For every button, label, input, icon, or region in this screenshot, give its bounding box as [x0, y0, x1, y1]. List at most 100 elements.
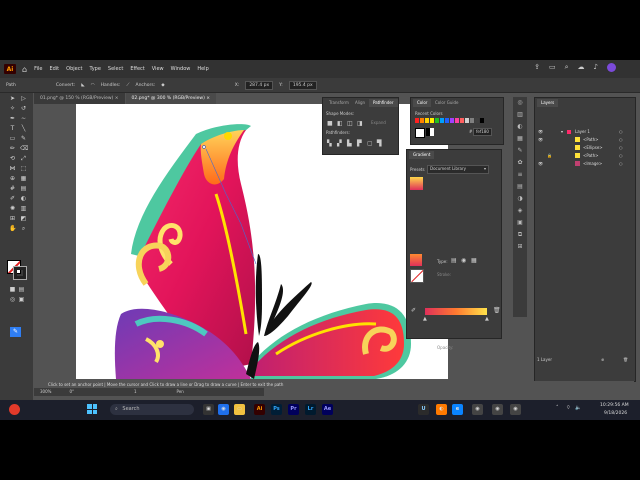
layer-name[interactable]: <Path>	[583, 136, 599, 144]
layer-row[interactable]: <Ellipse> ○	[535, 144, 635, 152]
gradient-icon[interactable]: ▤	[516, 183, 524, 191]
close-icon[interactable]: ×	[115, 96, 119, 101]
type-tool-icon[interactable]: T	[9, 125, 16, 132]
visibility-eye-icon[interactable]: 👁	[538, 128, 543, 136]
zoom-tool-icon[interactable]: ⌕	[20, 225, 27, 232]
tab-pathfinder[interactable]: Pathfinder	[369, 99, 398, 107]
share-icon[interactable]: ⇪	[534, 63, 540, 72]
color-swatch[interactable]	[435, 118, 439, 123]
gradient-fill-swatch[interactable]	[410, 254, 422, 266]
gradient-mode-icon[interactable]: ▤	[18, 286, 25, 293]
close-icon[interactable]: ×	[206, 96, 210, 101]
color-swatch[interactable]	[450, 118, 454, 123]
menu-help[interactable]: Help	[197, 66, 208, 72]
hex-field[interactable]: fef180	[473, 128, 492, 136]
exclude-icon[interactable]: ◨	[357, 120, 363, 127]
screen-mode-icon[interactable]: ▣	[18, 296, 25, 303]
color-swatch[interactable]	[465, 118, 469, 123]
lasso-icon[interactable]: ↺	[20, 105, 27, 112]
gradient-stop-right-icon[interactable]: ▲	[485, 316, 489, 322]
freeform-gradient-icon[interactable]: ▦	[471, 257, 477, 264]
gradient-preview-swatch[interactable]	[410, 177, 423, 190]
convert-smooth-icon[interactable]: ◠	[91, 83, 95, 88]
target-icon[interactable]: ○	[619, 128, 623, 136]
black-white-swatch-icon[interactable]	[426, 128, 434, 136]
color-swatch[interactable]	[425, 118, 429, 123]
tray-chevron-icon[interactable]: ˄	[556, 405, 559, 411]
fill-stroke-swatch-icon[interactable]	[415, 128, 425, 138]
shape-builder-icon[interactable]: ⊕	[9, 175, 16, 182]
color-swatch[interactable]	[440, 118, 444, 123]
lr-app-icon[interactable]: Lr	[305, 404, 316, 415]
swatches-icon[interactable]: ▦	[516, 135, 524, 143]
color-icon[interactable]: ◐	[516, 123, 524, 131]
ai-app-icon[interactable]: Ai	[254, 404, 265, 415]
x-field[interactable]: 287.4 px	[245, 80, 274, 90]
clock-date[interactable]: 9/18/2026	[604, 411, 627, 416]
eraser-icon[interactable]: ⌫	[20, 145, 28, 152]
menu-window[interactable]: Window	[171, 66, 191, 72]
home-icon[interactable]: ⌂	[22, 65, 27, 74]
trim-icon[interactable]: ▞	[337, 140, 342, 147]
divide-icon[interactable]: ▚	[327, 140, 332, 147]
tab-color-guide[interactable]: Color Guide	[431, 99, 462, 107]
tab-document-1[interactable]: 01.png* @ 150 % (RGB/Preview) ×	[34, 93, 125, 104]
stroke-icon[interactable]: ≡	[516, 171, 524, 179]
merge-icon[interactable]: ▙	[347, 140, 352, 147]
linear-gradient-icon[interactable]: ▤	[451, 257, 457, 264]
appearance-icon[interactable]: ◈	[516, 207, 524, 215]
expand-chevron-icon[interactable]: ▾	[561, 128, 563, 136]
delete-stop-icon[interactable]: 🗑	[493, 307, 501, 314]
layer-name[interactable]: <Ellipse>	[583, 144, 603, 152]
outline-icon[interactable]: ▢	[367, 140, 373, 147]
graphic-styles-icon[interactable]: ▣	[516, 219, 524, 227]
intersect-icon[interactable]: ◫	[347, 120, 353, 127]
color-swatch[interactable]	[470, 118, 474, 123]
rotation-value[interactable]: 0°	[69, 388, 74, 396]
rectangle-tool-icon[interactable]: ▭	[9, 135, 16, 142]
menu-effect[interactable]: Effect	[130, 66, 144, 72]
minus-back-icon[interactable]: ▜	[377, 140, 382, 147]
color-swatch[interactable]	[445, 118, 449, 123]
color-mode-icon[interactable]: ■	[9, 286, 16, 293]
scale-icon[interactable]: ⤢	[20, 155, 27, 162]
artboard-tool-icon[interactable]: ⊞	[9, 215, 16, 222]
layer-row[interactable]: 👁 ▾ Layer 1 ○	[535, 128, 635, 136]
graph-tool-icon[interactable]: ▥	[20, 205, 27, 212]
tab-transform[interactable]: Transform	[325, 99, 353, 107]
layers-icon[interactable]: ⧉	[516, 231, 524, 239]
target-icon[interactable]: ○	[619, 136, 623, 144]
magic-wand-icon[interactable]: ✧	[9, 105, 16, 112]
task-view-icon[interactable]: ▣	[203, 404, 214, 415]
bell-icon[interactable]: ♪	[594, 63, 598, 72]
zoom-level[interactable]: 300%	[40, 388, 51, 396]
layer-row[interactable]: 🔒 <Path> ○	[535, 152, 635, 160]
gradient-stroke-swatch[interactable]	[410, 269, 424, 283]
color-swatch[interactable]	[455, 118, 459, 123]
tab-align[interactable]: Align	[351, 99, 369, 107]
symbol-sprayer-icon[interactable]: ✺	[9, 205, 16, 212]
menu-select[interactable]: Select	[108, 66, 123, 72]
transparency-icon[interactable]: ◑	[516, 195, 524, 203]
firefox-icon[interactable]: ◐	[436, 404, 447, 415]
chrome-icon[interactable]: ◉	[218, 404, 229, 415]
target-icon[interactable]: ○	[619, 152, 623, 160]
color-swatch[interactable]	[420, 118, 424, 123]
layer-row[interactable]: 👁 <Path> ○	[535, 136, 635, 144]
visibility-eye-icon[interactable]: 👁	[538, 160, 543, 168]
ps-app-icon[interactable]: Ps	[271, 404, 282, 415]
unite-icon[interactable]: ■	[327, 120, 333, 127]
presets-select[interactable]: Document Library ▾	[427, 165, 489, 174]
paintbrush-icon[interactable]: ✎	[20, 135, 27, 142]
visibility-eye-icon[interactable]: 👁	[538, 136, 543, 144]
width-tool-icon[interactable]: ⋈	[9, 165, 16, 172]
chrome-profile-icon[interactable]: ◉	[492, 404, 503, 415]
chrome-alt-icon[interactable]: ◉	[472, 404, 483, 415]
blend-icon[interactable]: ◐	[20, 195, 27, 202]
start-icon[interactable]	[87, 404, 97, 414]
free-transform-icon[interactable]: ⬚	[20, 165, 27, 172]
draw-mode-icon[interactable]: ◎	[9, 296, 16, 303]
direct-selection-tool-icon[interactable]: ▷	[20, 95, 27, 102]
edit-toolbar-icon[interactable]: ✎	[10, 327, 21, 337]
avatar[interactable]	[607, 63, 616, 72]
